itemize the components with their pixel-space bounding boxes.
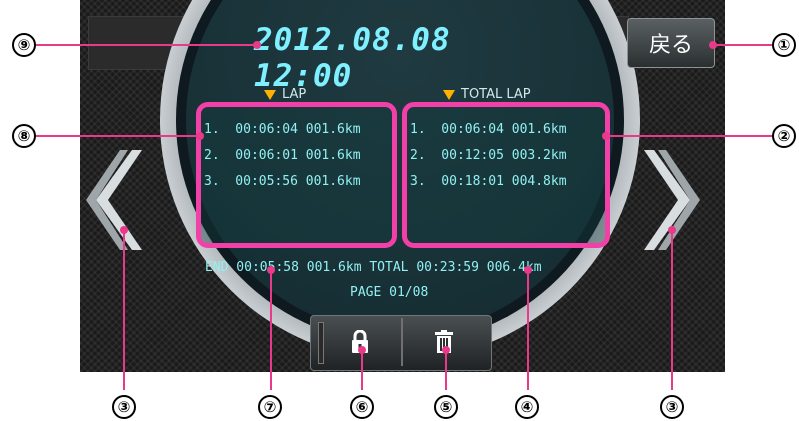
triangle-icon <box>264 89 276 100</box>
total-lap-header-label: TOTAL LAP <box>461 87 531 102</box>
leader-dot <box>602 132 610 140</box>
leader-line <box>123 230 125 390</box>
leader-line <box>527 270 529 390</box>
prev-page-arrow[interactable] <box>86 150 146 250</box>
lap-header: LAP <box>264 87 306 102</box>
leader-line <box>270 270 272 390</box>
callout-7: ⑦ <box>258 395 282 419</box>
callout-2: ② <box>772 124 796 148</box>
lap-header-label: LAP <box>282 87 307 102</box>
callout-3-left: ③ <box>112 395 136 419</box>
leader-dot <box>267 266 275 274</box>
leader-line <box>606 135 776 137</box>
end-summary: END 00:05:58 001.6km TOTAL 00:23:59 006.… <box>205 260 542 275</box>
leader-dot <box>668 226 676 234</box>
delete-button[interactable] <box>404 318 484 366</box>
callout-6: ⑥ <box>350 395 374 419</box>
lock-button[interactable] <box>320 318 400 366</box>
list-item: 2. 00:06:01 001.6km <box>204 148 361 163</box>
lap-list[interactable]: 1. 00:06:04 001.6km 2. 00:06:01 001.6km … <box>196 102 397 248</box>
callout-5: ⑤ <box>434 395 458 419</box>
leader-line <box>671 230 673 390</box>
callout-9: ⑨ <box>12 33 36 57</box>
callout-1: ① <box>772 33 796 57</box>
page-indicator: PAGE 01/08 <box>350 285 429 300</box>
list-item: 3. 00:05:56 001.6km <box>204 174 361 189</box>
leader-dot <box>524 266 532 274</box>
leader-line <box>35 44 257 46</box>
list-item: 1. 00:06:04 001.6km <box>410 122 567 137</box>
leader-line <box>445 350 447 390</box>
list-item: 3. 00:18:01 004.8km <box>410 174 567 189</box>
list-item: 1. 00:06:04 001.6km <box>204 122 361 137</box>
leader-dot <box>196 132 204 140</box>
leader-dot <box>253 41 261 49</box>
callout-8: ⑧ <box>12 124 36 148</box>
total-lap-list[interactable]: 1. 00:06:04 001.6km 2. 00:12:05 003.2km … <box>402 102 610 248</box>
callout-3-right: ③ <box>660 395 684 419</box>
leader-dot <box>120 226 128 234</box>
leader-dot <box>442 346 450 354</box>
triangle-icon <box>443 89 455 100</box>
button-divider <box>401 318 403 366</box>
leader-line <box>35 135 201 137</box>
list-item: 2. 00:12:05 003.2km <box>410 148 567 163</box>
leader-line <box>361 350 363 390</box>
callout-4: ④ <box>515 395 539 419</box>
next-page-arrow[interactable] <box>640 150 700 250</box>
leader-dot <box>709 41 717 49</box>
datetime-display: 2012.08.08 12:00 <box>254 22 451 94</box>
leader-dot <box>358 346 366 354</box>
back-button[interactable]: 戻る <box>627 18 715 68</box>
total-lap-header: TOTAL LAP <box>443 87 531 102</box>
